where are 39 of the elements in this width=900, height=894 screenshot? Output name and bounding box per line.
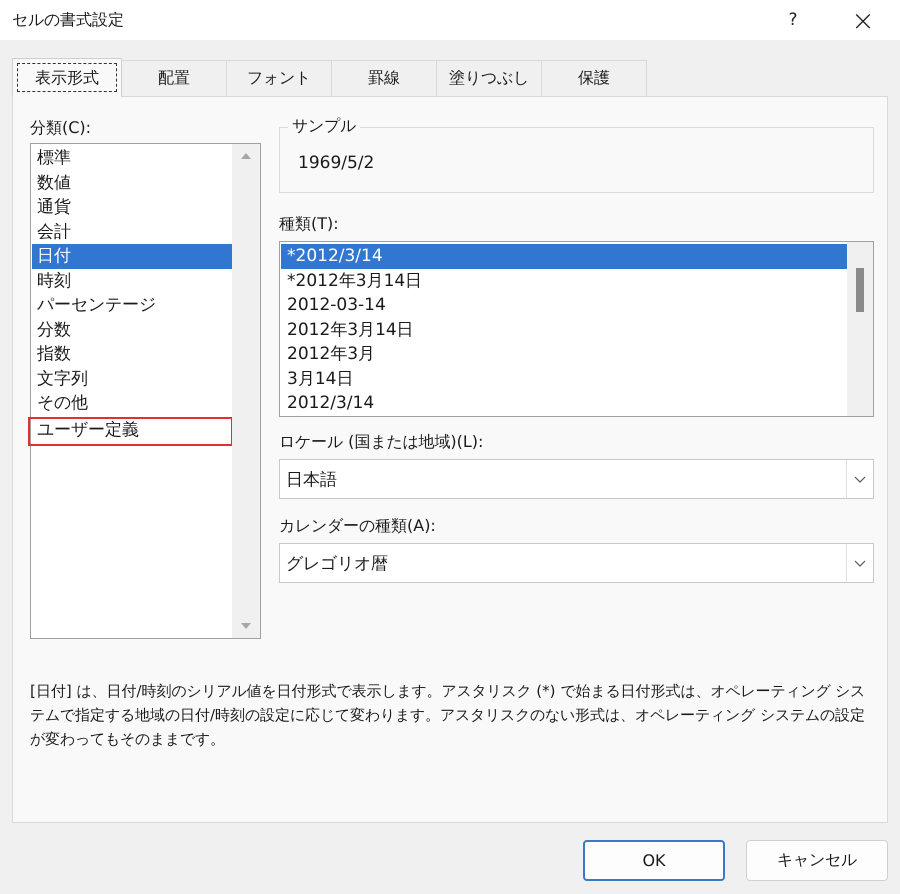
list-item[interactable]: 指数 <box>32 342 232 366</box>
scrollbar-thumb[interactable] <box>856 268 864 312</box>
list-item[interactable]: 文字列 <box>32 366 232 391</box>
list-item[interactable]: ユーザー定義 <box>29 418 232 444</box>
list-item[interactable]: 数値 <box>32 170 232 195</box>
field-label: 種類(T): <box>279 213 340 235</box>
list-item[interactable]: *2012/3/14 <box>281 244 847 268</box>
list-item[interactable]: 2012/3/14 <box>281 391 847 416</box>
description-text: [日付] は、日付/時刻のシリアル値を日付形式で表示します。アスタリスク (*) で始まる日付形式は、オペレーティング システムで指定する地域の日付/時刻の設定に応じて変わります。アスタリスクのない形式は、オペレーティング システムの設定が変わってもそのままです。 <box>30 681 866 750</box>
list-item[interactable]: *2012年3月14日 <box>281 268 847 293</box>
ok-button[interactable]: OK <box>583 840 725 881</box>
tab[interactable]: 保護 <box>541 60 647 96</box>
close-button[interactable]: × <box>834 0 892 40</box>
list-item[interactable]: その他 <box>32 391 232 416</box>
list-item[interactable]: 時刻 <box>32 268 232 293</box>
list-item[interactable]: パーセンテージ <box>32 293 232 318</box>
list-item[interactable]: 通貨 <box>32 195 232 220</box>
field-label: カレンダーの種類(A): <box>279 515 437 537</box>
list-item[interactable]: 2012年3月14日 <box>281 318 847 342</box>
field-label: 分類(C): <box>30 117 92 139</box>
dropdown[interactable]: グレゴリオ暦 <box>279 543 874 583</box>
sample-value: 1969/5/2 <box>298 153 374 173</box>
help-button[interactable]: ? <box>764 0 822 40</box>
scroll-down-icon[interactable] <box>240 622 252 630</box>
list-item[interactable]: 標準 <box>32 146 232 170</box>
scroll-up-icon[interactable] <box>240 152 252 160</box>
tab[interactable]: 表示形式 <box>12 58 122 97</box>
cancel-button[interactable]: キャンセル <box>746 840 888 881</box>
field-label: ロケール (国または地域)(L): <box>279 431 484 453</box>
chevron-down-icon <box>854 476 866 482</box>
chevron-down-icon <box>854 560 866 566</box>
list-item[interactable]: 分数 <box>32 318 232 342</box>
list-item[interactable]: 日付 <box>32 244 232 268</box>
list-item[interactable]: 2012-03-14 <box>281 293 847 318</box>
list-item[interactable]: 2012年3月 <box>281 342 847 366</box>
list-item[interactable]: 会計 <box>32 220 232 244</box>
list-item[interactable]: 3月14日 <box>281 366 847 391</box>
window-title: セルの書式設定 <box>12 10 125 30</box>
dropdown[interactable]: 日本語 <box>279 459 874 499</box>
